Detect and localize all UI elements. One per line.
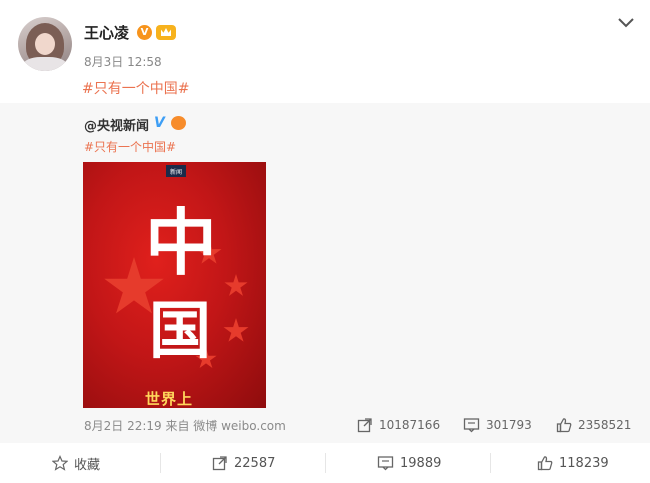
comment-icon (377, 456, 394, 471)
original-repost-count: 10187166 (379, 418, 441, 432)
favorite-label: 收藏 (74, 457, 101, 473)
post-header: 王心凌 V 8月3日 12:58 #只有一个中国# (0, 0, 650, 103)
verified-blue-icon: V (154, 115, 165, 131)
original-repost-stat[interactable]: 10187166 (357, 417, 440, 433)
media-subtitle: 世界上 (145, 390, 194, 408)
repost-count: 22587 (234, 455, 276, 471)
username[interactable]: 王心凌 (84, 22, 129, 43)
original-like-count: 2358521 (578, 418, 632, 432)
post-timestamp[interactable]: 8月3日 12:58 (84, 53, 162, 70)
divider (325, 453, 326, 473)
flag-star-small-icon (223, 318, 249, 342)
comment-button[interactable]: 19889 (377, 443, 441, 483)
media-char-1: 中 (145, 200, 218, 285)
thumbs-up-icon (537, 456, 553, 471)
post-image[interactable]: 新闻 中 国 世界上 (83, 162, 266, 408)
share-icon (357, 418, 372, 433)
thumbs-up-icon (556, 418, 572, 433)
original-comment-stat[interactable]: 301793 (463, 417, 532, 433)
avatar[interactable] (18, 17, 72, 71)
share-icon (212, 456, 227, 471)
comment-count: 19889 (400, 455, 442, 471)
original-like-stat[interactable]: 2358521 (556, 417, 631, 433)
like-count: 118239 (559, 455, 609, 471)
media-logo-text: 新闻 (166, 165, 186, 177)
reposted-content: @央视新闻 V #只有一个中国# 新闻 中 国 世界上 8月2日 22:19 来… (0, 103, 650, 443)
media-char-2: 国 (149, 294, 212, 367)
original-author-badge-icon (171, 116, 186, 130)
repost-button[interactable]: 22587 (212, 443, 275, 483)
divider (490, 453, 491, 473)
favorite-button[interactable]: 收藏 (52, 443, 100, 483)
post-hashtag-link[interactable]: #只有一个中国# (82, 78, 189, 98)
action-bar: 收藏 22587 19889 118239 (0, 443, 650, 483)
chevron-down-icon[interactable] (617, 16, 635, 30)
like-button[interactable]: 118239 (537, 443, 609, 483)
original-author-link[interactable]: @央视新闻 (84, 115, 149, 134)
original-comment-count: 301793 (486, 418, 532, 432)
star-icon (52, 455, 68, 471)
comment-icon (463, 418, 480, 433)
verified-badge-icon: V (137, 25, 152, 40)
divider (160, 453, 161, 473)
original-hashtag-link[interactable]: #只有一个中国# (84, 138, 176, 155)
flag-star-small-icon (224, 274, 248, 296)
member-badge-icon[interactable] (156, 25, 176, 40)
original-post-meta[interactable]: 8月2日 22:19 来自 微博 weibo.com (84, 417, 286, 434)
